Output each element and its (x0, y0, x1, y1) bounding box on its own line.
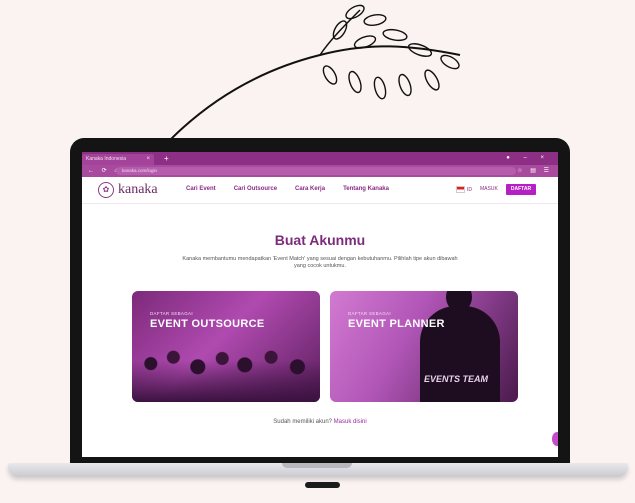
browser-tab[interactable]: Kanaka Indonesia × (82, 154, 154, 165)
language-label: ID (467, 186, 472, 193)
card-title: EVENT PLANNER (348, 318, 445, 330)
login-here-link[interactable]: Masuk disini (334, 419, 367, 425)
main-menu: Cari Event Cari Outsource Cara Kerja Ten… (186, 186, 407, 192)
indonesia-flag-icon (456, 186, 465, 193)
laptop-screen: Kanaka Indonesia × + ● – × ← ⟳ ⌂ kanaka.… (82, 152, 558, 457)
tab-close-icon[interactable]: × (146, 154, 150, 165)
card-title: EVENT OUTSOURCE (150, 318, 265, 330)
browser-toolbar: ← ⟳ ⌂ kanaka.com/login ☆ ▤ ☰ (82, 165, 558, 177)
tab-title: Kanaka Indonesia (86, 156, 127, 162)
toolbar-icons[interactable]: ☆ ▤ ☰ (517, 165, 552, 177)
menu-item-cari-event[interactable]: Cari Event (186, 186, 216, 192)
laptop-foot (305, 482, 340, 488)
chat-fab[interactable] (552, 432, 558, 446)
login-prompt: Sudah memiliki akun? Masuk disini (82, 419, 558, 425)
menu-item-cari-outsource[interactable]: Cari Outsource (234, 186, 277, 192)
register-button[interactable]: DAFTAR (506, 184, 536, 195)
logo[interactable]: ✿ kanaka (98, 182, 158, 198)
address-bar[interactable]: kanaka.com/login (116, 167, 516, 175)
card-tag: DAFTAR SEBAGAI (150, 311, 193, 316)
logo-text: kanaka (118, 182, 158, 197)
site-header: ✿ kanaka Cari Event Cari Outsource Cara … (82, 177, 558, 204)
event-outsource-card[interactable]: DAFTAR SEBAGAI EVENT OUTSOURCE (132, 291, 320, 402)
menu-item-cara-kerja[interactable]: Cara Kerja (295, 186, 325, 192)
page-subtitle: Kanaka membantumu mendapatkan 'Event Mat… (182, 256, 458, 269)
new-tab-icon[interactable]: + (164, 152, 169, 165)
logo-flower-icon: ✿ (98, 182, 114, 198)
branch-illustration (170, 4, 461, 140)
browser-tab-bar: Kanaka Indonesia × + ● – × (82, 152, 558, 165)
laptop-notch (282, 463, 352, 468)
event-planner-card[interactable]: EVENTS TEAM DAFTAR SEBAGAI EVENT PLANNER (330, 291, 518, 402)
crowd-photo (132, 338, 320, 402)
login-prompt-text: Sudah memiliki akun? (273, 419, 332, 425)
language-selector[interactable]: ID (456, 186, 472, 193)
login-link[interactable]: MASUK (480, 186, 498, 192)
menu-item-tentang-kanaka[interactable]: Tentang Kanaka (343, 186, 389, 192)
window-controls[interactable]: ● – × (506, 152, 550, 165)
page-title: Buat Akunmu (274, 232, 366, 248)
shirt-text: EVENTS TEAM (423, 374, 488, 384)
card-tag: DAFTAR SEBAGAI (348, 311, 391, 316)
